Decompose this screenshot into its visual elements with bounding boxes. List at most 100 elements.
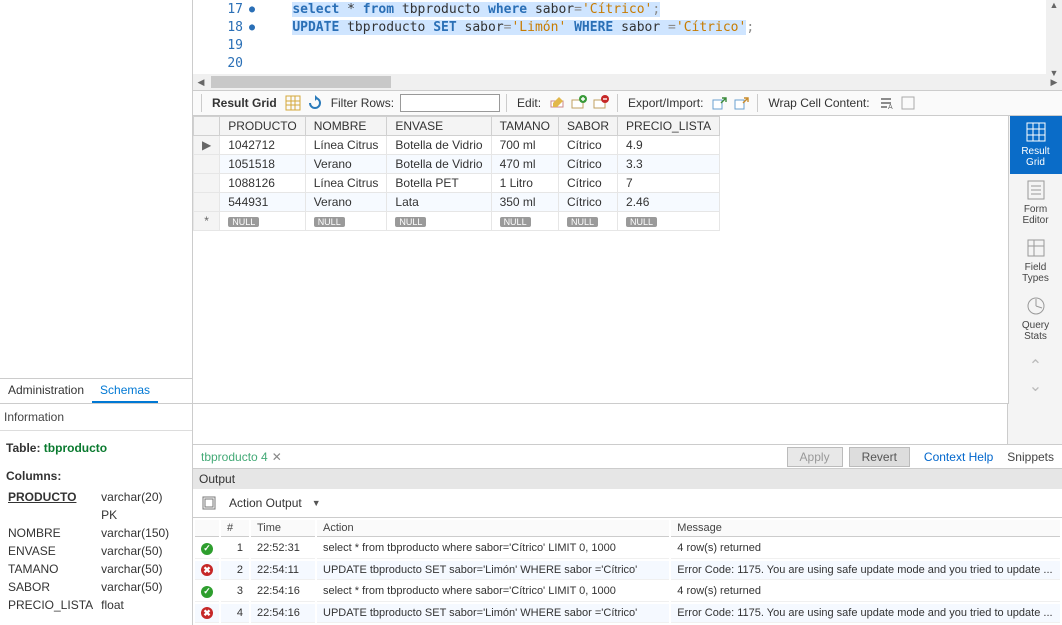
output-row[interactable]: ✖222:54:11UPDATE tbproducto SET sabor='L… (195, 561, 1060, 581)
export-icon[interactable] (709, 93, 729, 113)
scroll-left-icon[interactable]: ◀ (193, 77, 209, 88)
result-tab[interactable]: tbproducto 4 ✕ (193, 445, 290, 468)
grid-header[interactable]: PRODUCTO (220, 117, 305, 136)
scroll-up-icon[interactable]: ▲ (1050, 0, 1059, 10)
grid-cell[interactable]: NULL (387, 212, 491, 231)
grid-cell[interactable]: 700 ml (491, 136, 558, 155)
table-row[interactable]: 1051518VeranoBotella de Vidrio470 mlCítr… (194, 155, 720, 174)
grid-cell[interactable]: 7 (618, 174, 720, 193)
columns-table: PRODUCTOvarchar(20)PKNOMBREvarchar(150)E… (6, 487, 177, 615)
apply-button[interactable]: Apply (787, 447, 843, 467)
output-row[interactable]: ✓122:52:31select * from tbproducto where… (195, 539, 1060, 559)
output-col-message: Message (671, 520, 1060, 537)
table-row-null[interactable]: *NULLNULLNULLNULLNULLNULL (194, 212, 720, 231)
wrap-cell-icon[interactable]: A (876, 93, 896, 113)
row-header[interactable]: ▶ (194, 136, 220, 155)
grid-cell[interactable]: Línea Citrus (305, 136, 387, 155)
row-header[interactable]: * (194, 212, 220, 231)
null-pill: NULL (314, 217, 345, 227)
grid-cell[interactable]: Botella de Vidrio (387, 155, 491, 174)
editor-vertical-scrollbar[interactable]: ▲ ▼ (1046, 0, 1062, 78)
grid-cell[interactable]: NULL (559, 212, 618, 231)
grid-cell[interactable]: Cítrico (559, 193, 618, 212)
row-header[interactable] (194, 155, 220, 174)
delete-row-icon[interactable] (591, 93, 611, 113)
grid-cell[interactable]: Botella de Vidrio (387, 136, 491, 155)
context-help-link[interactable]: Context Help (924, 450, 993, 464)
breakpoint-dot-icon[interactable]: ● (249, 22, 261, 33)
grid-header[interactable]: TAMANO (491, 117, 558, 136)
code-text[interactable]: UPDATE tbproducto SET sabor='Limón' WHER… (261, 20, 754, 35)
output-row[interactable]: ✓322:54:16select * from tbproducto where… (195, 582, 1060, 602)
close-icon[interactable]: ✕ (272, 450, 282, 464)
grid-header[interactable]: ENVASE (387, 117, 491, 136)
revert-button[interactable]: Revert (849, 447, 910, 467)
grid-cell[interactable]: 4.9 (618, 136, 720, 155)
result-grid-icon[interactable] (283, 93, 303, 113)
grid-header[interactable]: NOMBRE (305, 117, 387, 136)
output-grid[interactable]: # Time Action Message ✓122:52:31select *… (193, 518, 1062, 625)
grid-cell[interactable]: 350 ml (491, 193, 558, 212)
breakpoint-dot-icon[interactable]: ● (249, 4, 261, 15)
null-pill: NULL (500, 217, 531, 227)
side-result-grid[interactable]: ResultGrid (1010, 116, 1062, 174)
scroll-thumb[interactable] (211, 76, 391, 88)
row-header[interactable] (194, 174, 220, 193)
output-action: UPDATE tbproducto SET sabor='Limón' WHER… (317, 561, 669, 581)
result-grid[interactable]: PRODUCTONOMBREENVASETAMANOSABORPRECIO_LI… (193, 116, 1008, 404)
row-header[interactable] (194, 193, 220, 212)
import-icon[interactable] (731, 93, 751, 113)
grid-cell[interactable]: 1051518 (220, 155, 305, 174)
grid-cell[interactable]: NULL (305, 212, 387, 231)
grid-header[interactable]: SABOR (559, 117, 618, 136)
grid-cell[interactable]: 1042712 (220, 136, 305, 155)
grid-cell[interactable]: 470 ml (491, 155, 558, 174)
sql-editor[interactable]: 17● select * from tbproducto where sabor… (193, 0, 1062, 74)
side-query-stats[interactable]: QueryStats (1010, 290, 1062, 348)
grid-cell[interactable]: Lata (387, 193, 491, 212)
grid-cell[interactable]: 3.3 (618, 155, 720, 174)
grid-cell[interactable]: 1088126 (220, 174, 305, 193)
grid-cell[interactable]: Botella PET (387, 174, 491, 193)
filter-rows-input[interactable] (400, 94, 500, 112)
tab-administration[interactable]: Administration (0, 379, 92, 403)
side-nav-arrows[interactable]: ⌃⌄ (1029, 348, 1042, 404)
table-row[interactable]: 1088126Línea CitrusBotella PET1 LitroCít… (194, 174, 720, 193)
grid-cell[interactable]: NULL (220, 212, 305, 231)
editor-horizontal-scrollbar[interactable]: ◀ ▶ (193, 74, 1062, 90)
grid-cell[interactable]: 1 Litro (491, 174, 558, 193)
grid-cell[interactable]: 544931 (220, 193, 305, 212)
tab-schemas[interactable]: Schemas (92, 379, 158, 403)
code-text[interactable]: select * from tbproducto where sabor='Cí… (261, 2, 660, 17)
output-row[interactable]: ✖422:54:16UPDATE tbproducto SET sabor='L… (195, 604, 1060, 624)
grid-cell[interactable]: Cítrico (559, 136, 618, 155)
output-type-select[interactable]: Action Output (225, 494, 320, 512)
grid-cell[interactable]: NULL (491, 212, 558, 231)
grid-cell[interactable]: Cítrico (559, 155, 618, 174)
output-toolbar: Action Output ▼ (193, 489, 1062, 518)
edit-row-icon[interactable] (547, 93, 567, 113)
grid-cell[interactable]: Verano (305, 155, 387, 174)
left-panel: Administration Schemas Information Table… (0, 0, 193, 625)
grid-cell[interactable]: Verano (305, 193, 387, 212)
grid-cell[interactable]: Línea Citrus (305, 174, 387, 193)
toolbar-extra-icon[interactable] (898, 93, 918, 113)
add-row-icon[interactable] (569, 93, 589, 113)
table-row[interactable]: 544931VeranoLata350 mlCítrico2.46 (194, 193, 720, 212)
side-form-editor[interactable]: FormEditor (1010, 174, 1062, 232)
result-grid-toolbar: Result Grid Filter Rows: Edit: Export/Im… (193, 90, 1062, 116)
code-text[interactable] (261, 38, 292, 53)
grid-header[interactable]: PRECIO_LISTA (618, 117, 720, 136)
snippets-link[interactable]: Snippets (1007, 450, 1054, 464)
grid-cell[interactable]: 2.46 (618, 193, 720, 212)
table-row[interactable]: ▶1042712Línea CitrusBotella de Vidrio700… (194, 136, 720, 155)
refresh-icon[interactable] (305, 93, 325, 113)
scroll-down-icon[interactable]: ▼ (1050, 68, 1059, 78)
line-number: 19 (193, 38, 249, 53)
grid-cell[interactable]: NULL (618, 212, 720, 231)
grid-cell[interactable]: Cítrico (559, 174, 618, 193)
code-text[interactable] (261, 56, 292, 71)
scroll-right-icon[interactable]: ▶ (1046, 77, 1062, 88)
side-field-types[interactable]: FieldTypes (1010, 232, 1062, 290)
output-layout-icon[interactable] (199, 493, 219, 513)
